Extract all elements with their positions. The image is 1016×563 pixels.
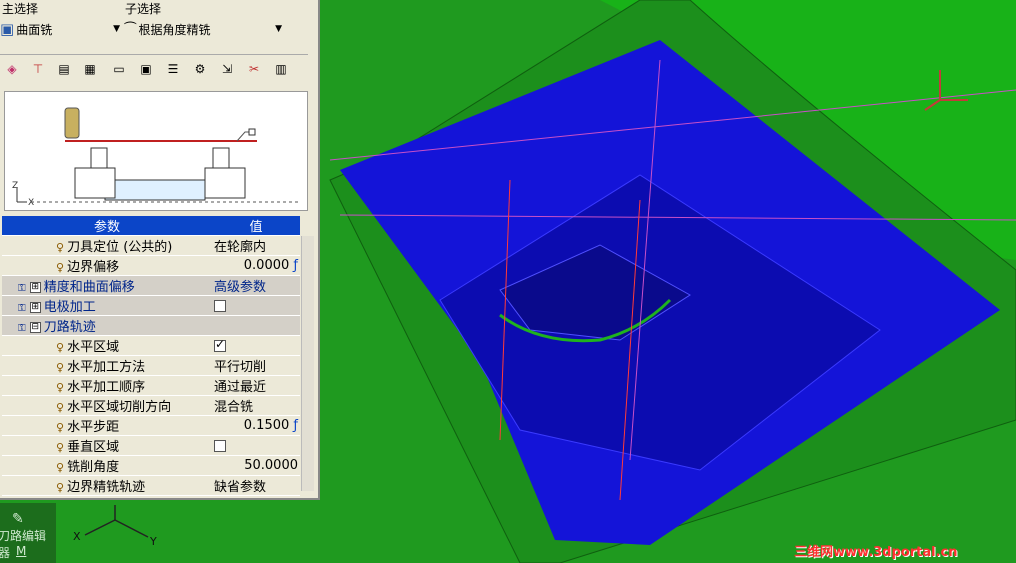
parameter-group-row[interactable]: ⚿ ⊟ 刀路轨迹 — [2, 315, 300, 336]
lightbulb-icon: ♀ — [56, 361, 65, 374]
expand-toggle-icon[interactable]: ⊟ — [29, 322, 41, 333]
parameter-value[interactable]: 50.0000 — [244, 458, 298, 473]
toolpath-icon[interactable]: ▤ — [55, 60, 73, 78]
settings-icon[interactable]: ⚙ — [191, 60, 209, 78]
export-icon[interactable]: ⇲ — [218, 60, 236, 78]
watermark: 三维网www.3dportal.cn — [794, 545, 958, 560]
parameter-value[interactable]: 高级参数 — [214, 280, 266, 295]
lightbulb-icon: ♀ — [56, 401, 65, 414]
parameter-row[interactable]: ♀ 边界偏移 0.0000 ƒ — [2, 255, 300, 276]
preview-axis-z: Z — [12, 181, 18, 191]
parameter-row[interactable]: ♀ 水平加工顺序 通过最近 — [2, 375, 300, 396]
eraser-icon[interactable]: ◈ — [3, 60, 21, 78]
parameter-value[interactable]: 混合铣 — [214, 400, 253, 415]
lightbulb-icon: ♀ — [56, 441, 65, 454]
formula-icon[interactable]: ƒ — [289, 418, 298, 433]
monitor-icon[interactable]: ▭ — [110, 60, 128, 78]
parameter-row[interactable]: ♀ 垂直区域 — [2, 435, 300, 456]
triad-y-label: Y — [149, 535, 157, 548]
parameter-value[interactable]: 通过最近 — [214, 380, 266, 395]
tool-preview-diagram: Z X — [4, 91, 308, 211]
parameter-row[interactable]: ♀ 水平加工方法 平行切削 — [2, 355, 300, 376]
lightbulb-icon: ♀ — [56, 341, 65, 354]
parameter-label: 水平区域 — [67, 340, 120, 355]
scissors-icon[interactable]: ✂ — [245, 60, 263, 78]
preview-axis-x: X — [28, 198, 34, 208]
parameter-row[interactable]: ♀ 水平区域 — [2, 335, 300, 356]
lightbulb-icon: ♀ — [56, 241, 65, 254]
parameter-group-row[interactable]: ⚿ ⊞ 精度和曲面偏移 高级参数 — [2, 275, 300, 296]
parameter-label: 边界偏移 — [67, 260, 120, 275]
main-select-dropdown[interactable]: ▣ 曲面铣 ▼ — [0, 18, 122, 40]
lightbulb-icon: ♀ — [56, 261, 65, 274]
parameter-label: 垂直区域 — [67, 440, 120, 455]
chevron-down-icon: ▼ — [113, 24, 120, 34]
formula-icon[interactable]: ƒ — [289, 498, 298, 500]
key-icon: ⚿ — [18, 283, 26, 294]
parameter-checkbox[interactable] — [214, 337, 226, 352]
parameter-label: 水平加工顺序 — [67, 380, 146, 395]
parameter-value[interactable]: 平行切削 — [214, 360, 266, 375]
document-icon[interactable]: ▦ — [81, 60, 99, 78]
value-header: 值 — [212, 216, 300, 236]
floppy-icon[interactable]: ▣ — [137, 60, 155, 78]
parameter-checkbox[interactable] — [214, 299, 226, 312]
editor-icon: ✎ — [12, 511, 24, 527]
parameter-group-row[interactable]: ⚿ ⊞ 电极加工 — [2, 295, 300, 316]
tool-icon[interactable]: ⊤ — [29, 60, 47, 78]
chevron-down-icon: ▼ — [275, 24, 282, 34]
table-icon[interactable]: ▥ — [272, 60, 290, 78]
parameter-value[interactable]: 0.1500 — [244, 418, 290, 433]
lightbulb-icon: ♀ — [56, 461, 65, 474]
parameter-row[interactable]: ♀限制角度55.0000 ƒ — [2, 495, 300, 500]
cube-icon: ▣ — [0, 20, 15, 38]
expand-toggle-icon[interactable]: ⊞ — [29, 302, 41, 313]
parameter-label: 边界精铣轨迹 — [67, 480, 146, 495]
key-icon: ⚿ — [18, 303, 26, 314]
vertical-scrollbar[interactable] — [301, 236, 314, 491]
triad-x-label: X — [73, 530, 81, 543]
parameter-row[interactable]: ♀ 铣削角度 50.0000 — [2, 455, 300, 476]
sub-select-value: 根据角度精铣 — [138, 22, 211, 37]
main-select-label: 主选择 — [2, 2, 39, 16]
parameter-label: 刀路轨迹 — [43, 320, 96, 335]
parameter-label: 水平加工方法 — [67, 360, 146, 375]
lightbulb-icon: ♀ — [56, 481, 65, 494]
parameter-grid: 参数 值 ♀ 刀具定位 (公共的) 在轮廓内 ♀ 边界偏移 0.0000 ƒ ⚿ ⊞ 精度和曲… — [2, 216, 300, 500]
list-icon[interactable]: ☰ — [164, 60, 182, 78]
lightbulb-icon: ♀ — [56, 381, 65, 394]
cutter-icon — [64, 107, 80, 139]
parameter-label: 水平区域切削方向 — [67, 400, 172, 415]
expand-toggle-icon[interactable]: ⊞ — [29, 282, 41, 293]
side-tab[interactable]: ✎ 刀路编辑器 M — [0, 503, 56, 563]
side-tab-hotkey: M — [16, 544, 27, 558]
parameter-label: 精度和曲面偏移 — [43, 280, 135, 295]
sub-select-dropdown[interactable]: ⏜ 根据角度精铣 ▼ — [124, 18, 284, 40]
parameter-row[interactable]: ♀ 边界精铣轨迹 缺省参数 — [2, 475, 300, 496]
parameter-value[interactable]: 在轮廓内 — [214, 240, 266, 255]
parameter-value[interactable]: 缺省参数 — [214, 480, 266, 495]
parameter-value[interactable]: 0.0000 — [244, 258, 290, 273]
side-tab-label: 刀路编辑器 — [0, 529, 47, 560]
parameter-checkbox[interactable] — [214, 439, 226, 452]
clamp-left — [74, 147, 116, 199]
parameter-label: 水平步距 — [67, 420, 120, 435]
parameter-row[interactable]: ♀ 刀具定位 (公共的) 在轮廓内 — [2, 235, 300, 256]
parameter-label: 刀具定位 (公共的) — [67, 240, 173, 255]
sub-select-label: 子选择 — [125, 2, 162, 16]
clamp-right — [204, 147, 246, 199]
param-header: 参数 — [2, 216, 212, 236]
key-icon: ⚿ — [18, 323, 26, 334]
angle-tool-icon: ⏜ — [124, 21, 137, 37]
main-select-value: 曲面铣 — [16, 22, 53, 37]
lightbulb-icon: ♀ — [56, 421, 65, 434]
workpiece — [104, 179, 206, 201]
parameter-label: 铣削角度 — [67, 460, 120, 475]
toolpath-parameters-panel: 主选择 子选择 ▣ 曲面铣 ▼ ⏜ 根据角度精铣 ▼ ◈ ⊤ ▤ ▦ ▭ ▣ ☰… — [0, 0, 320, 500]
parameter-value[interactable]: 55.0000 — [236, 498, 290, 500]
parameter-row[interactable]: ♀ 水平步距 0.1500 ƒ — [2, 415, 300, 436]
formula-icon[interactable]: ƒ — [289, 258, 298, 273]
parameter-row[interactable]: ♀ 水平区域切削方向 混合铣 — [2, 395, 300, 416]
parameter-label: 电极加工 — [43, 300, 96, 315]
